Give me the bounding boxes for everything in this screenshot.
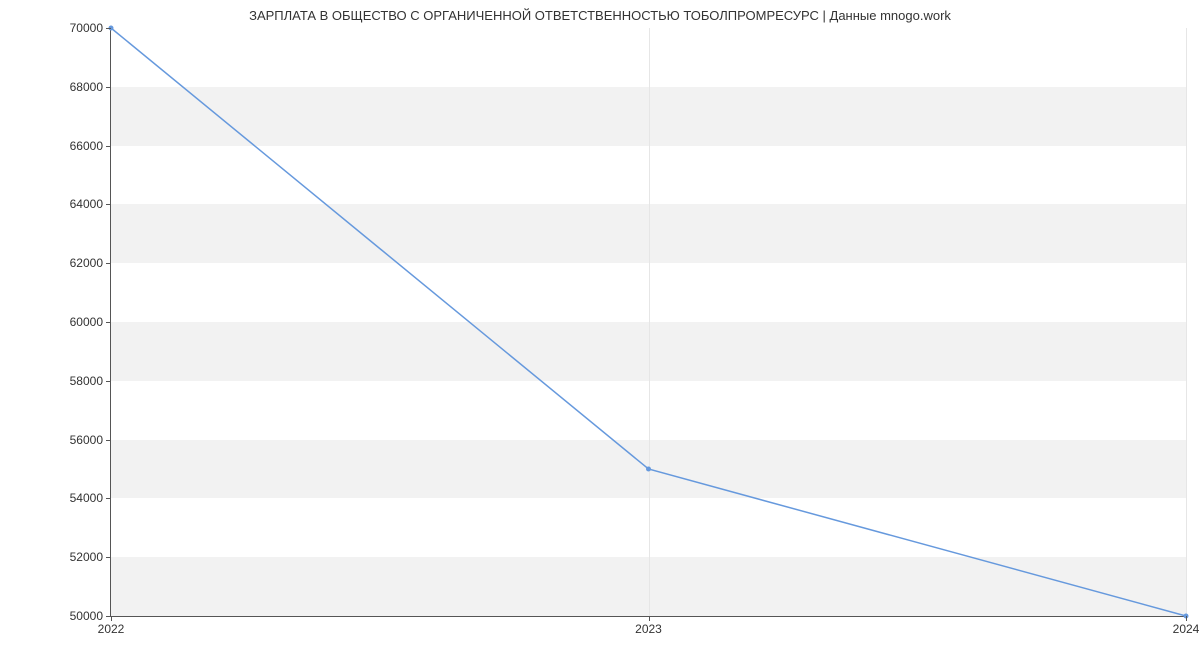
chart-container: ЗАРПЛАТА В ОБЩЕСТВО С ОРГАНИЧЕННОЙ ОТВЕТ… [0, 0, 1200, 650]
y-tick-mark [106, 28, 111, 29]
x-tick-mark [111, 616, 112, 621]
y-tick-mark [106, 498, 111, 499]
y-tick-label: 56000 [70, 433, 111, 447]
y-tick-mark [106, 440, 111, 441]
y-tick-mark [106, 204, 111, 205]
y-tick-label: 58000 [70, 374, 111, 388]
y-tick-label: 66000 [70, 139, 111, 153]
y-tick-label: 54000 [70, 491, 111, 505]
y-tick-mark [106, 146, 111, 147]
y-tick-mark [106, 87, 111, 88]
y-tick-label: 60000 [70, 315, 111, 329]
x-tick-mark [1186, 616, 1187, 621]
y-tick-mark [106, 263, 111, 264]
y-tick-mark [106, 322, 111, 323]
plot-area: 5000052000540005600058000600006200064000… [110, 28, 1186, 617]
y-tick-label: 62000 [70, 256, 111, 270]
x-grid-line [1186, 28, 1187, 616]
y-tick-label: 68000 [70, 80, 111, 94]
data-point [646, 467, 651, 472]
y-tick-mark [106, 381, 111, 382]
y-tick-label: 64000 [70, 197, 111, 211]
y-tick-mark [106, 557, 111, 558]
y-tick-label: 70000 [70, 21, 111, 35]
x-tick-mark [649, 616, 650, 621]
y-tick-label: 52000 [70, 550, 111, 564]
series-line [111, 28, 1186, 616]
line-layer [111, 28, 1186, 616]
chart-title: ЗАРПЛАТА В ОБЩЕСТВО С ОРГАНИЧЕННОЙ ОТВЕТ… [0, 8, 1200, 23]
